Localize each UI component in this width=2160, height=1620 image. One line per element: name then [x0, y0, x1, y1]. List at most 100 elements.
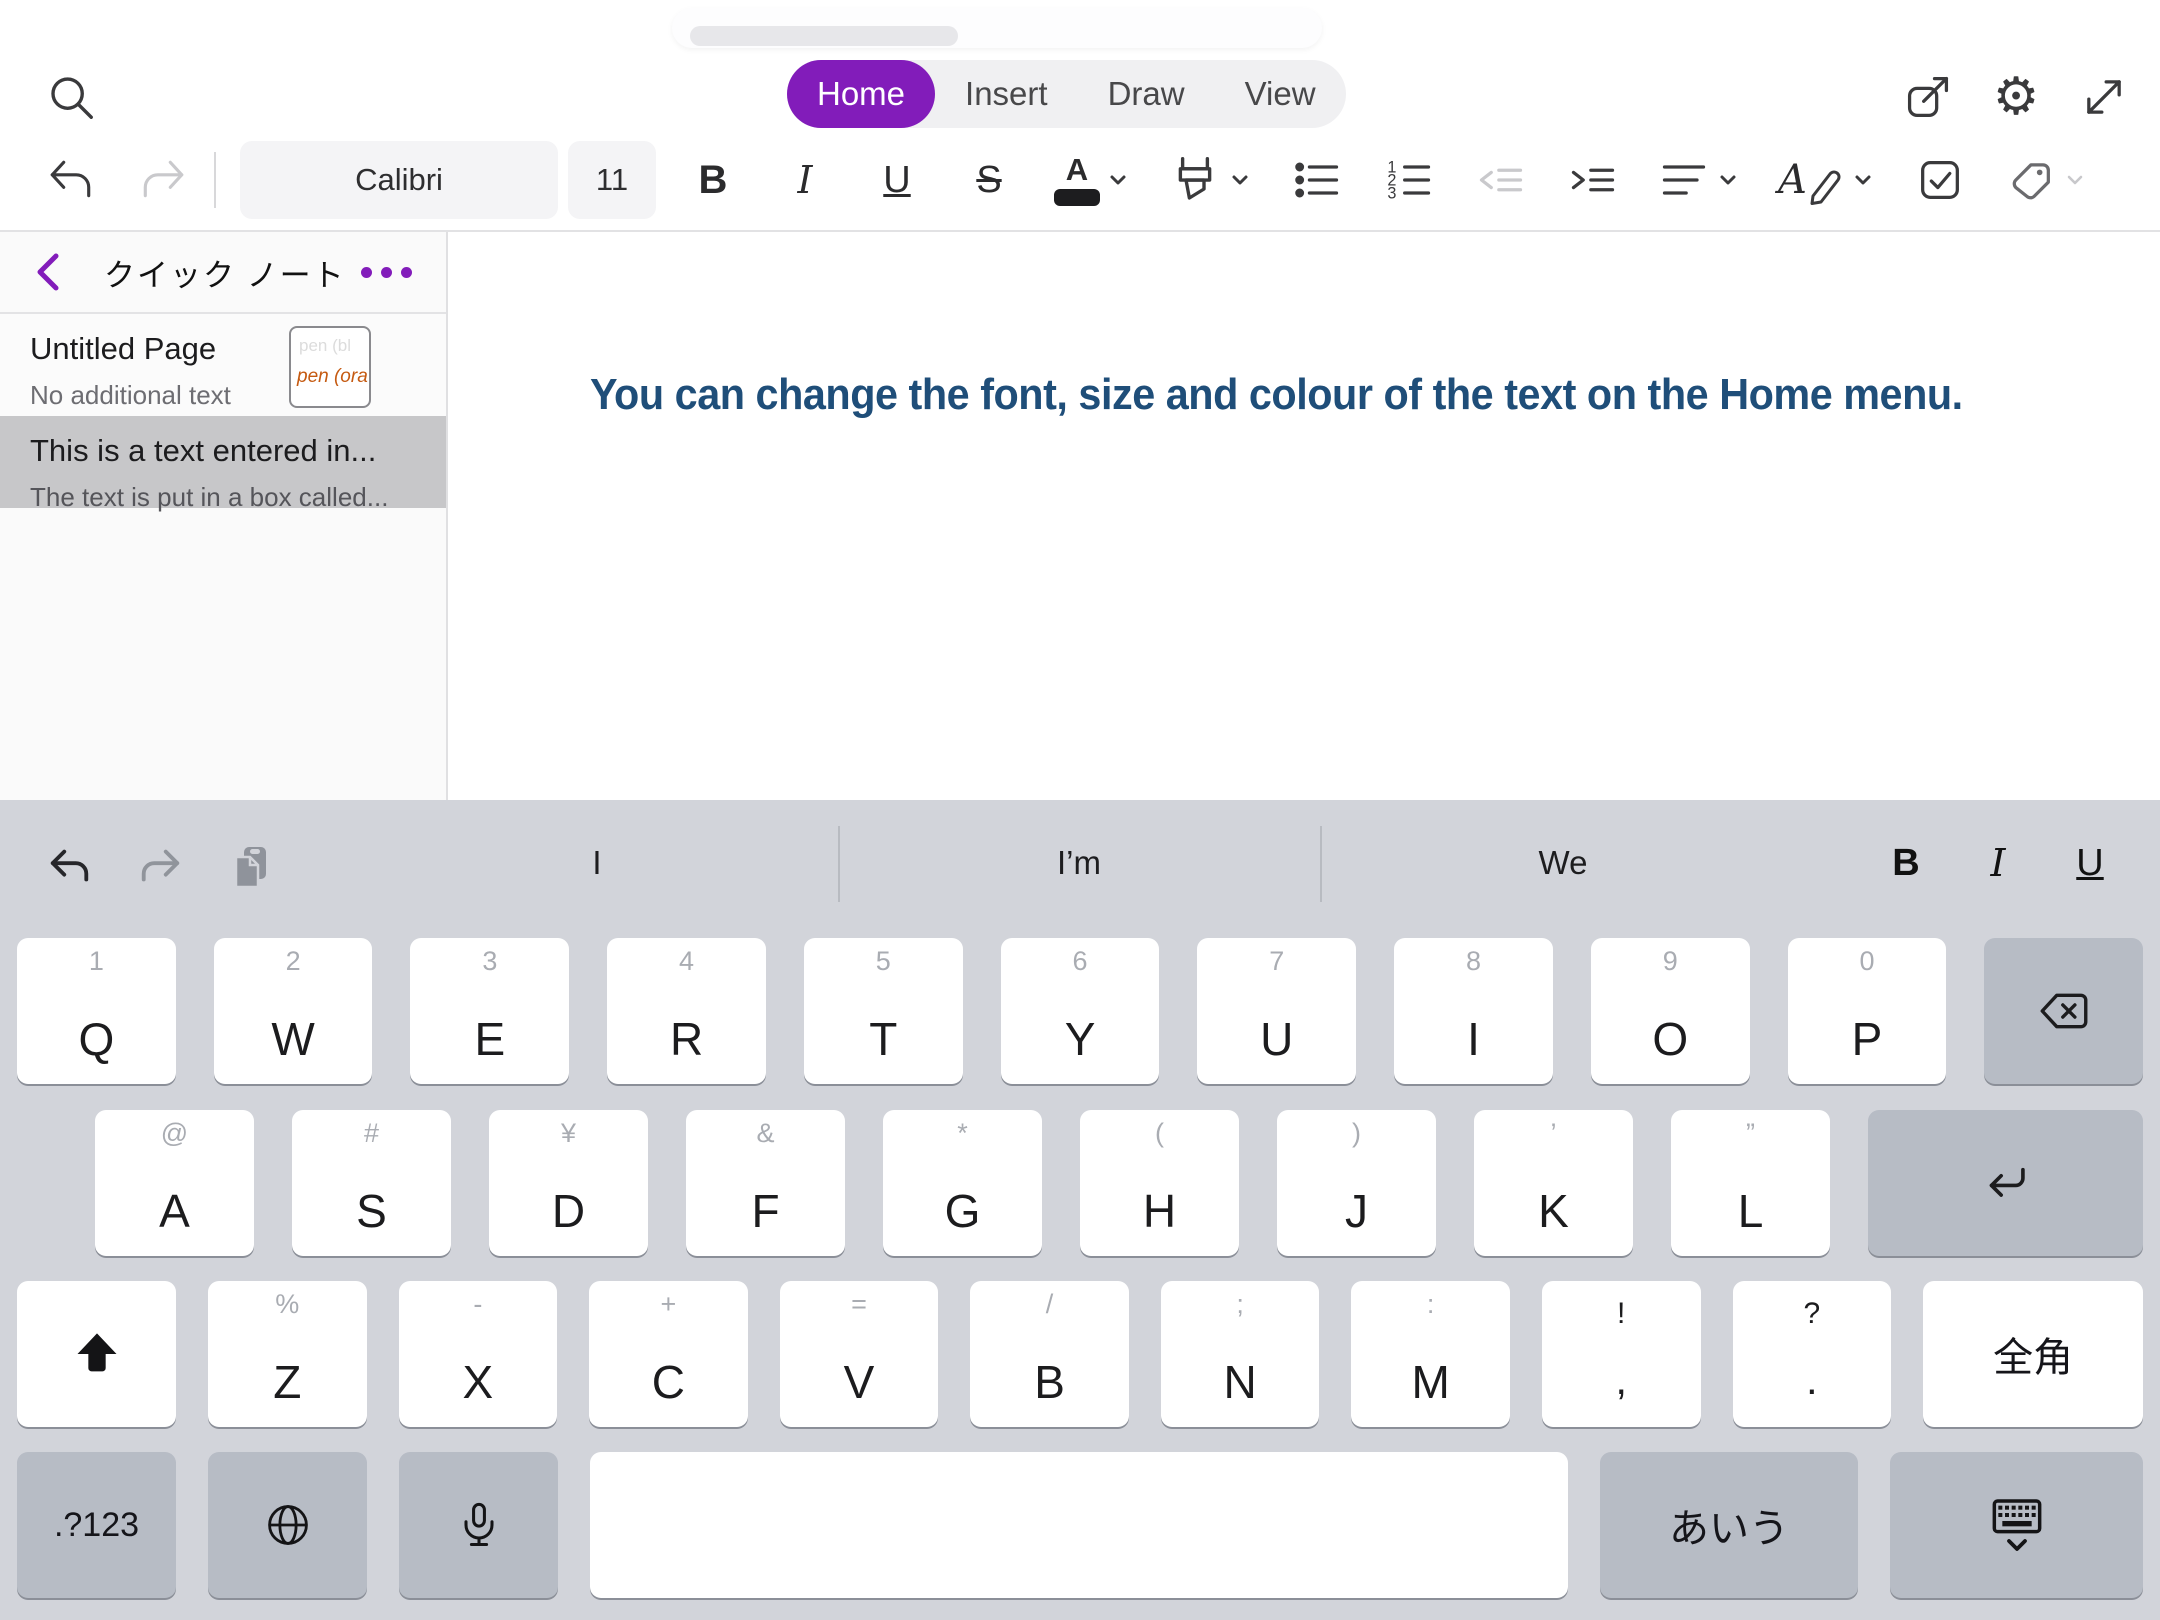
chevron-down-icon [1716, 168, 1740, 192]
settings-button[interactable]: ⚙ [1990, 70, 2042, 124]
key-M[interactable]: :M [1351, 1281, 1510, 1427]
kb-bold-button[interactable]: B [1878, 842, 1934, 885]
key-L[interactable]: ”L [1671, 1110, 1830, 1256]
share-icon [1902, 71, 1954, 123]
underline-button[interactable]: U [870, 150, 924, 210]
key-N[interactable]: ;N [1161, 1281, 1320, 1427]
undo-icon [46, 155, 96, 205]
font-name-select[interactable]: Calibri [240, 141, 558, 219]
font-size-select[interactable]: 11 [568, 141, 656, 219]
outdent-icon [1475, 154, 1527, 206]
key-J[interactable]: )J [1277, 1110, 1436, 1256]
key-O[interactable]: 9O [1591, 938, 1750, 1084]
tab-insert[interactable]: Insert [935, 60, 1078, 128]
key-.[interactable]: ?. [1733, 1281, 1892, 1427]
tab-draw[interactable]: Draw [1078, 60, 1215, 128]
key-dictation[interactable] [399, 1452, 558, 1598]
key-B[interactable]: /B [970, 1281, 1129, 1427]
microphone-icon [453, 1499, 505, 1551]
highlighter-button[interactable] [1168, 153, 1252, 207]
prediction-2[interactable]: I’m [840, 800, 1318, 926]
chevron-down-icon [2063, 168, 2087, 192]
key-,[interactable]: !, [1542, 1281, 1701, 1427]
font-color-button[interactable]: A [1054, 154, 1130, 206]
note-heading-text[interactable]: You can change the font, size and colour… [590, 370, 1963, 420]
key-K[interactable]: ’K [1474, 1110, 1633, 1256]
resize-window-button[interactable] [2078, 70, 2130, 124]
kb-underline-button[interactable]: U [2062, 842, 2118, 885]
key-row-1: 1Q 2W 3E 4R 5T 6Y 7U 8I 9O 0P [17, 938, 2143, 1084]
key-V[interactable]: =V [780, 1281, 939, 1427]
key-dismiss-keyboard[interactable] [1890, 1452, 2143, 1598]
outdent-button[interactable] [1474, 150, 1528, 210]
key-row-2: @A #S ¥D&F *G (H )J ’K ”L [95, 1110, 2143, 1256]
window-drag-handle[interactable] [690, 26, 958, 46]
key-return[interactable] [1868, 1110, 2143, 1256]
kb-redo-button[interactable] [132, 834, 188, 900]
kb-format-buttons: B I U [1878, 800, 2118, 926]
kb-undo-button[interactable] [42, 834, 98, 900]
styles-button[interactable]: A [1778, 155, 1875, 205]
share-button[interactable] [1902, 70, 1954, 124]
key-shift[interactable] [17, 1281, 176, 1427]
todo-checkbox-button[interactable] [1913, 150, 1967, 210]
key-globe[interactable] [208, 1452, 367, 1598]
key-A[interactable]: @A [95, 1110, 254, 1256]
key-X[interactable]: -X [399, 1281, 558, 1427]
more-options-button[interactable] [361, 267, 412, 278]
globe-icon [262, 1499, 314, 1551]
key-R[interactable]: 4R [607, 938, 766, 1084]
shift-icon [71, 1328, 123, 1380]
key-P[interactable]: 0P [1788, 938, 1947, 1084]
key-Z[interactable]: %Z [208, 1281, 367, 1427]
key-C[interactable]: +C [589, 1281, 748, 1427]
bold-button[interactable]: B [686, 150, 740, 210]
key-space[interactable] [590, 1452, 1568, 1598]
page-list-sidebar: クイック ノート Untitled Page No additional tex… [0, 232, 448, 800]
bullet-list-icon [1291, 154, 1343, 206]
indent-button[interactable] [1566, 150, 1620, 210]
indent-icon [1567, 154, 1619, 206]
strikethrough-button[interactable]: S [962, 150, 1016, 210]
prediction-3[interactable]: We [1322, 800, 1804, 926]
kb-italic-button[interactable]: I [1970, 841, 2026, 885]
key-I[interactable]: 8I [1394, 938, 1553, 1084]
align-left-icon [1658, 154, 1710, 206]
onenote-app-window: Home Insert Draw View ⚙ [0, 0, 2160, 1620]
key-F[interactable]: &F [686, 1110, 845, 1256]
key-T[interactable]: 5T [804, 938, 963, 1084]
key-numbers[interactable]: .?123 [17, 1452, 176, 1598]
key-D[interactable]: ¥D [489, 1110, 648, 1256]
backspace-icon [2035, 982, 2093, 1040]
alignment-button[interactable] [1658, 154, 1740, 206]
prediction-1[interactable]: I [356, 800, 838, 926]
highlighter-icon [1168, 153, 1222, 207]
tab-view[interactable]: View [1215, 60, 1346, 128]
bullet-list-button[interactable] [1290, 150, 1344, 210]
key-backspace[interactable] [1984, 938, 2143, 1084]
tag-button[interactable] [2005, 154, 2087, 206]
tab-home[interactable]: Home [787, 60, 935, 128]
page-list-item[interactable]: Untitled Page No additional text pen (bl… [0, 314, 446, 416]
key-W[interactable]: 2W [214, 938, 373, 1084]
key-H[interactable]: (H [1080, 1110, 1239, 1256]
key-S[interactable]: #S [292, 1110, 451, 1256]
key-zenkaku[interactable]: 全角 [1923, 1281, 2143, 1427]
page-list-item-selected[interactable]: This is a text entered in... The text is… [0, 416, 446, 508]
search-button[interactable] [44, 70, 98, 124]
key-Q[interactable]: 1Q [17, 938, 176, 1084]
note-canvas[interactable]: You can change the font, size and colour… [450, 232, 2160, 800]
key-U[interactable]: 7U [1197, 938, 1356, 1084]
italic-button[interactable]: I [778, 150, 832, 210]
back-button[interactable] [34, 252, 60, 292]
key-Y[interactable]: 6Y [1001, 938, 1160, 1084]
undo-button[interactable] [44, 150, 98, 210]
redo-button[interactable] [136, 150, 190, 210]
search-icon [44, 70, 98, 124]
key-G[interactable]: *G [883, 1110, 1042, 1256]
kb-paste-button[interactable] [222, 834, 278, 900]
ios-keyboard: I I’m We B I U 1Q 2W 3E 4R 5T 6Y 7U 8I 9O 0P @A #S… [0, 800, 2160, 1620]
numbered-list-button[interactable]: 123 [1382, 150, 1436, 210]
key-E[interactable]: 3E [410, 938, 569, 1084]
key-kana[interactable]: あいう [1600, 1452, 1858, 1598]
